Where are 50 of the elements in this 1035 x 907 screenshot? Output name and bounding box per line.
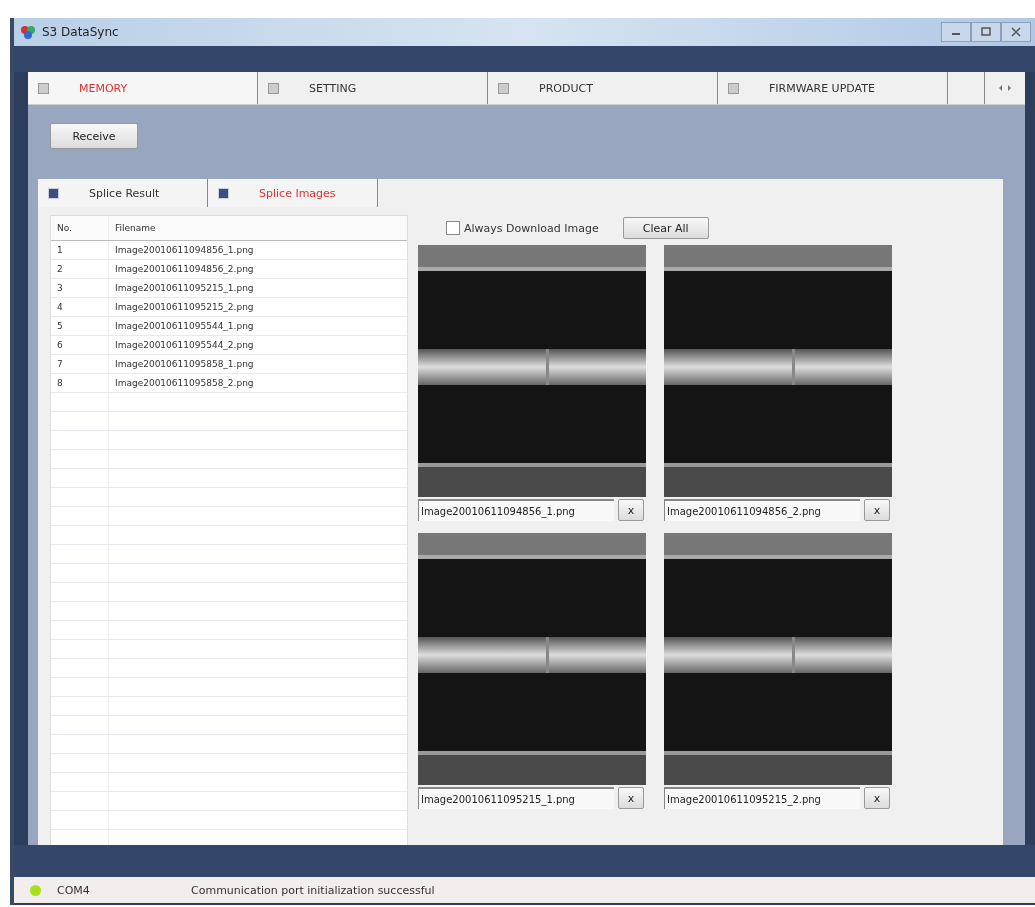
table-cell-text: Image20010611095215_1.png bbox=[114, 283, 254, 293]
column-header: Filename bbox=[114, 223, 156, 233]
receive-button[interactable]: Receive bbox=[50, 123, 138, 149]
clear-all-button[interactable]: Clear All bbox=[622, 217, 709, 239]
always-download-checkbox[interactable]: Always Download Image bbox=[446, 221, 599, 235]
remove-image-button[interactable]: x bbox=[864, 499, 890, 521]
table-cell-text: Image20010611094856_1.png bbox=[114, 245, 254, 255]
filename-field[interactable]: Image20010611094856_1.png bbox=[418, 499, 614, 521]
table-cell-text: Image20010611095544_1.png bbox=[114, 321, 254, 331]
tab[interactable]: Splice Result bbox=[38, 179, 208, 207]
table-cell: 8 bbox=[51, 374, 109, 392]
tab[interactable]: MEMORY bbox=[28, 72, 258, 104]
list-row[interactable]: 2 Image20010611094856_2.png bbox=[51, 260, 407, 279]
remove-image-button[interactable]: x bbox=[864, 787, 890, 809]
table-cell-text: Image20010611095858_2.png bbox=[114, 378, 254, 388]
column-header: No. bbox=[51, 216, 109, 240]
list-row[interactable]: 8 Image20010611095858_2.png bbox=[51, 374, 407, 393]
status-message: Communication port initialization successful bbox=[191, 883, 435, 897]
minimize-button[interactable] bbox=[941, 22, 971, 42]
list-row[interactable]: 6 Image20010611095544_2.png bbox=[51, 336, 407, 355]
filename-field[interactable]: Image20010611095215_1.png bbox=[418, 787, 614, 809]
table-cell: 7 bbox=[51, 355, 109, 373]
maximize-icon bbox=[981, 27, 991, 37]
remove-image-button[interactable]: x bbox=[618, 499, 644, 521]
port-label: COM4 bbox=[57, 883, 91, 897]
table-cell-text: Image20010611095858_1.png bbox=[114, 359, 254, 369]
table-cell: 5 bbox=[51, 317, 109, 335]
remove-image-button[interactable]: x bbox=[618, 787, 644, 809]
maximize-button[interactable] bbox=[971, 22, 1001, 42]
list-row[interactable]: 1 Image20010611094856_1.png bbox=[51, 241, 407, 260]
table-cell: 2 bbox=[51, 260, 109, 278]
tab[interactable]: Splice Images bbox=[208, 179, 378, 207]
app-icon bbox=[20, 24, 36, 40]
table-cell-text: Image20010611095215_2.png bbox=[114, 302, 254, 312]
table-cell: 1 bbox=[51, 241, 109, 259]
close-icon bbox=[1011, 27, 1021, 37]
table-cell-text: Image20010611095544_2.png bbox=[114, 340, 254, 350]
window-title: S3 DataSync bbox=[42, 25, 119, 39]
close-button[interactable] bbox=[1001, 22, 1031, 42]
table-cell: 6 bbox=[51, 336, 109, 354]
table-cell: 3 bbox=[51, 279, 109, 297]
table-cell-text: Image20010611094856_2.png bbox=[114, 264, 254, 274]
filename-field[interactable]: Image20010611094856_2.png bbox=[664, 499, 860, 521]
list-row[interactable]: 5 Image20010611095544_1.png bbox=[51, 317, 407, 336]
list-row[interactable]: 7 Image20010611095858_1.png bbox=[51, 355, 407, 374]
list-row[interactable]: 4 Image20010611095215_2.png bbox=[51, 298, 407, 317]
filename-field[interactable]: Image20010611095215_2.png bbox=[664, 787, 860, 809]
table-cell: 4 bbox=[51, 298, 109, 316]
list-row[interactable]: 3 Image20010611095215_1.png bbox=[51, 279, 407, 298]
checkbox[interactable] bbox=[446, 221, 460, 235]
